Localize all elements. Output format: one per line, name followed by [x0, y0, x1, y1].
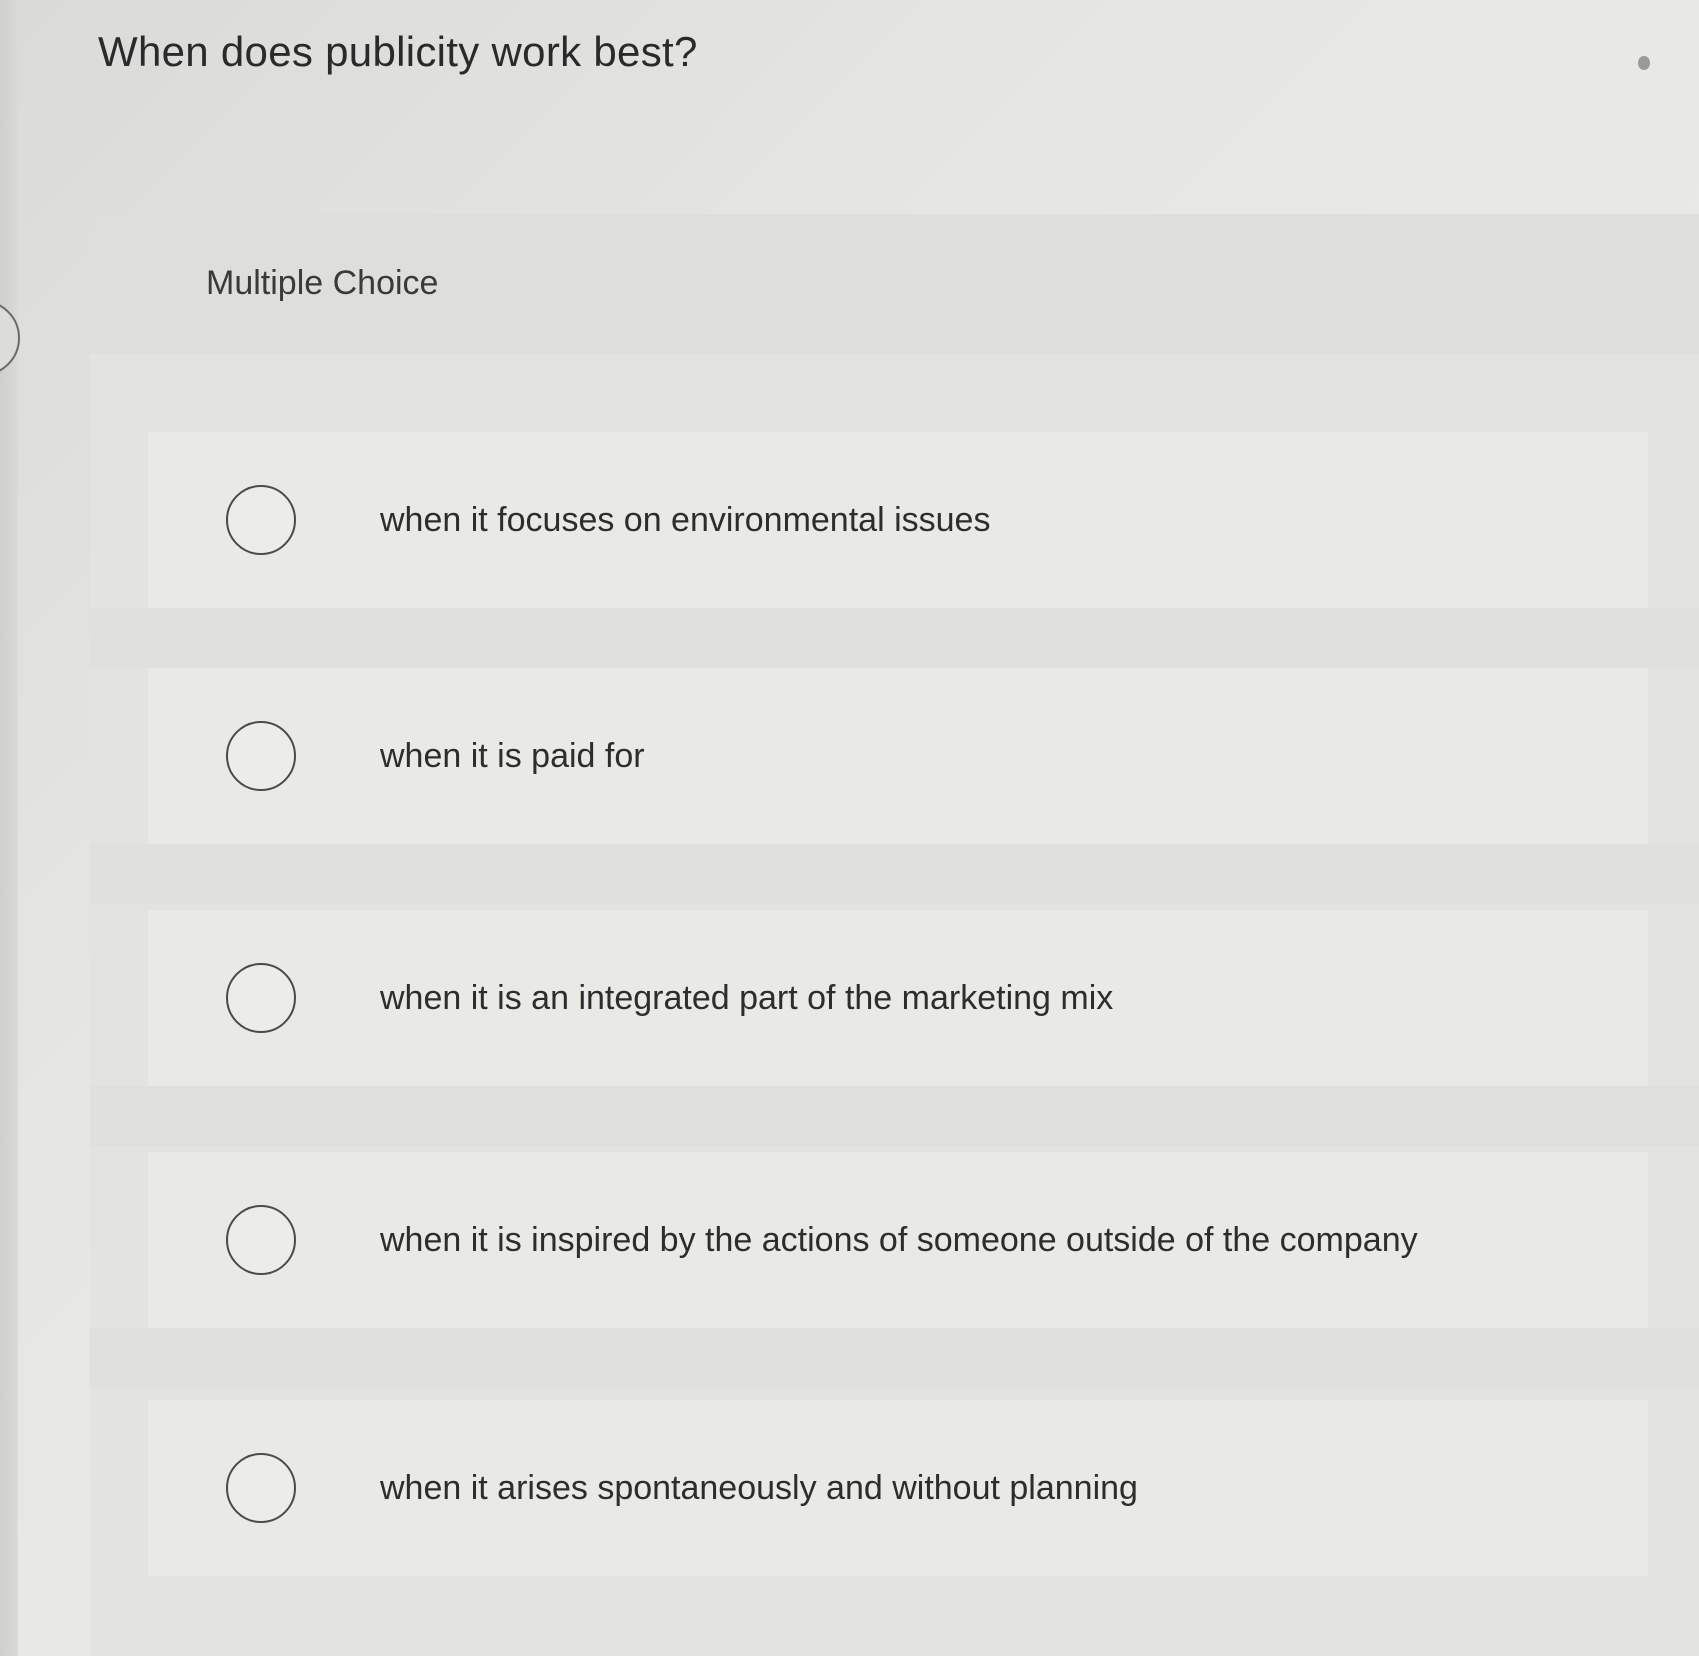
radio-button[interactable] [226, 721, 296, 791]
question-type-label: Multiple Choice [206, 264, 439, 302]
option-divider [90, 1328, 1699, 1388]
answer-option-3[interactable]: when it is an integrated part of the mar… [148, 910, 1648, 1086]
answer-option-4[interactable]: when it is inspired by the actions of so… [148, 1152, 1648, 1328]
option-label: when it arises spontaneously and without… [380, 1468, 1138, 1507]
option-divider [90, 1086, 1699, 1146]
option-label: when it is an integrated part of the mar… [380, 978, 1114, 1017]
panel-header: Multiple Choice [90, 214, 1699, 354]
question-text: When does publicity work best? [98, 28, 698, 75]
answer-option-1[interactable]: when it focuses on environmental issues [148, 432, 1648, 608]
choice-panel: Multiple Choice when it focuses on envir… [90, 214, 1699, 1656]
radio-button[interactable] [226, 963, 296, 1033]
option-label: when it is inspired by the actions of so… [380, 1220, 1418, 1259]
option-divider [90, 608, 1699, 668]
radio-button[interactable] [226, 485, 296, 555]
radio-button[interactable] [226, 1205, 296, 1275]
screen-edge [0, 0, 18, 1656]
answer-option-5[interactable]: when it arises spontaneously and without… [148, 1400, 1648, 1576]
option-label: when it focuses on environmental issues [380, 500, 991, 539]
option-divider [90, 844, 1699, 904]
radio-button[interactable] [226, 1453, 296, 1523]
option-label: when it is paid for [380, 736, 645, 775]
answer-option-2[interactable]: when it is paid for [148, 668, 1648, 844]
status-dot [1638, 56, 1650, 70]
